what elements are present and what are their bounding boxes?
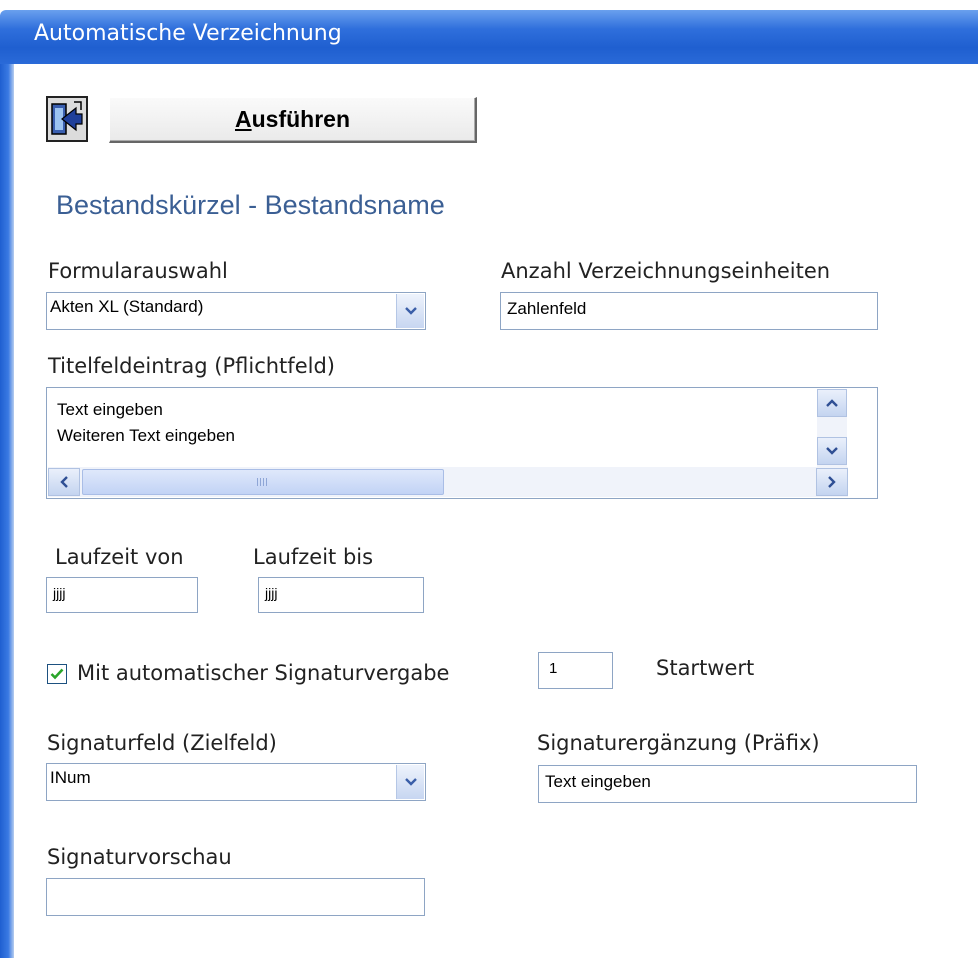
signature-preview-input[interactable] (46, 878, 425, 916)
dialog-window: Automatische Verzeichnung Ausführen Best… (0, 0, 978, 958)
signature-field-dropdown[interactable]: INum (46, 763, 426, 801)
run-arrow-icon (51, 101, 83, 135)
signature-preview-label: Signaturvorschau (47, 845, 232, 869)
title-field-line: Weiteren Text eingeben (57, 426, 235, 445)
signature-prefix-input[interactable]: Text eingeben (538, 765, 917, 803)
vertical-scrollbar[interactable] (817, 389, 847, 467)
chevron-down-icon[interactable] (396, 765, 424, 799)
scroll-up-button[interactable] (817, 389, 847, 417)
runtime-from-label: Laufzeit von (55, 545, 184, 569)
chevron-up-icon (826, 399, 838, 407)
scroll-left-button[interactable] (48, 468, 80, 496)
form-select-value: Akten XL (Standard) (50, 297, 204, 316)
start-value-input[interactable]: 1 (538, 652, 613, 689)
signature-prefix-label: Signaturergänzung (Präfix) (537, 731, 820, 755)
title-bar: Automatische Verzeichnung (0, 10, 978, 64)
section-title: Bestandskürzel - Bestandsname (56, 190, 445, 220)
auto-signature-label: Mit automatischer Signaturvergabe (77, 661, 450, 685)
chevron-down-icon (826, 447, 838, 455)
window-frame-left (0, 64, 14, 958)
checkmark-icon (50, 668, 64, 680)
signature-field-value: INum (50, 768, 91, 787)
runtime-from-input[interactable]: jjjj (46, 577, 198, 613)
auto-signature-checkbox[interactable] (47, 664, 67, 684)
scroll-down-button[interactable] (817, 437, 847, 465)
unit-count-label: Anzahl Verzeichnungseinheiten (501, 259, 831, 283)
chevron-left-icon (60, 476, 68, 488)
chevron-down-icon[interactable] (396, 294, 424, 328)
run-button-label: usführen (251, 106, 350, 132)
chevron-right-icon (828, 476, 836, 488)
horizontal-scroll-thumb[interactable] (82, 469, 444, 495)
title-field-label: Titelfeldeintrag (Pflichtfeld) (48, 354, 335, 378)
form-select-label: Formularauswahl (48, 259, 228, 283)
start-value-label: Startwert (656, 656, 755, 680)
scroll-grip-icon (257, 478, 269, 486)
run-button-accelerator: A (234, 106, 252, 132)
scroll-right-button[interactable] (816, 468, 848, 496)
signature-field-label: Signaturfeld (Zielfeld) (47, 731, 277, 755)
unit-count-input[interactable]: Zahlenfeld (500, 292, 878, 330)
title-field-line: Text eingeben (57, 400, 163, 419)
run-dialog-icon[interactable] (46, 96, 88, 142)
form-select-dropdown[interactable]: Akten XL (Standard) (46, 292, 426, 330)
runtime-to-label: Laufzeit bis (253, 545, 374, 569)
runtime-to-input[interactable]: jjjj (258, 577, 424, 613)
horizontal-scrollbar[interactable] (48, 467, 848, 497)
run-button[interactable]: Ausführen (109, 97, 477, 143)
window-title: Automatische Verzeichnung (34, 21, 342, 46)
title-field-textarea[interactable]: Text eingeben Weiteren Text eingeben (46, 387, 878, 499)
